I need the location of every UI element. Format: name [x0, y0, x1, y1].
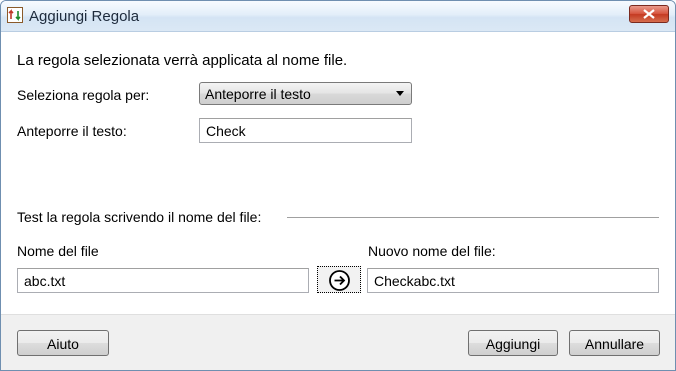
window-title: Aggiungi Regola: [29, 8, 140, 25]
rename-app-icon: [7, 7, 23, 23]
rule-select-value: Anteporre il testo: [205, 86, 311, 102]
section-divider: [287, 217, 659, 219]
test-section-label: Test la regola scrivendo il nome del fil…: [17, 209, 268, 225]
filename-label: Nome del file: [17, 243, 99, 259]
close-button[interactable]: [629, 5, 669, 23]
help-button[interactable]: Aiuto: [17, 330, 109, 356]
filename-input[interactable]: abc.txt: [17, 268, 309, 293]
test-button[interactable]: [317, 266, 361, 293]
new-filename-value: Checkabc.txt: [374, 273, 455, 289]
select-rule-label: Seleziona regola per:: [17, 87, 150, 103]
cancel-button[interactable]: Annullare: [569, 330, 660, 356]
prepend-text-input[interactable]: Check: [199, 118, 412, 143]
new-filename-label: Nuovo nome del file:: [368, 243, 496, 259]
add-rule-dialog: Aggiungi Regola La regola selezionata ve…: [0, 0, 676, 371]
rule-select[interactable]: Anteporre il testo: [199, 82, 412, 105]
prepend-text-label: Anteporre il testo:: [17, 123, 127, 139]
add-button[interactable]: Aggiungi: [468, 330, 558, 356]
dialog-content: La regola selezionata verrà applicata al…: [1, 32, 675, 314]
prepend-text-value: Check: [206, 123, 246, 139]
filename-value: abc.txt: [24, 273, 66, 289]
arrow-right-circle-icon: [329, 270, 350, 291]
chevron-down-icon: [396, 91, 404, 96]
title-bar[interactable]: Aggiungi Regola: [1, 1, 675, 32]
button-bar: Aiuto Aggiungi Annullare: [1, 314, 675, 370]
description-text: La regola selezionata verrà applicata al…: [17, 52, 348, 69]
new-filename-output[interactable]: Checkabc.txt: [367, 268, 659, 293]
close-icon: [643, 9, 655, 19]
